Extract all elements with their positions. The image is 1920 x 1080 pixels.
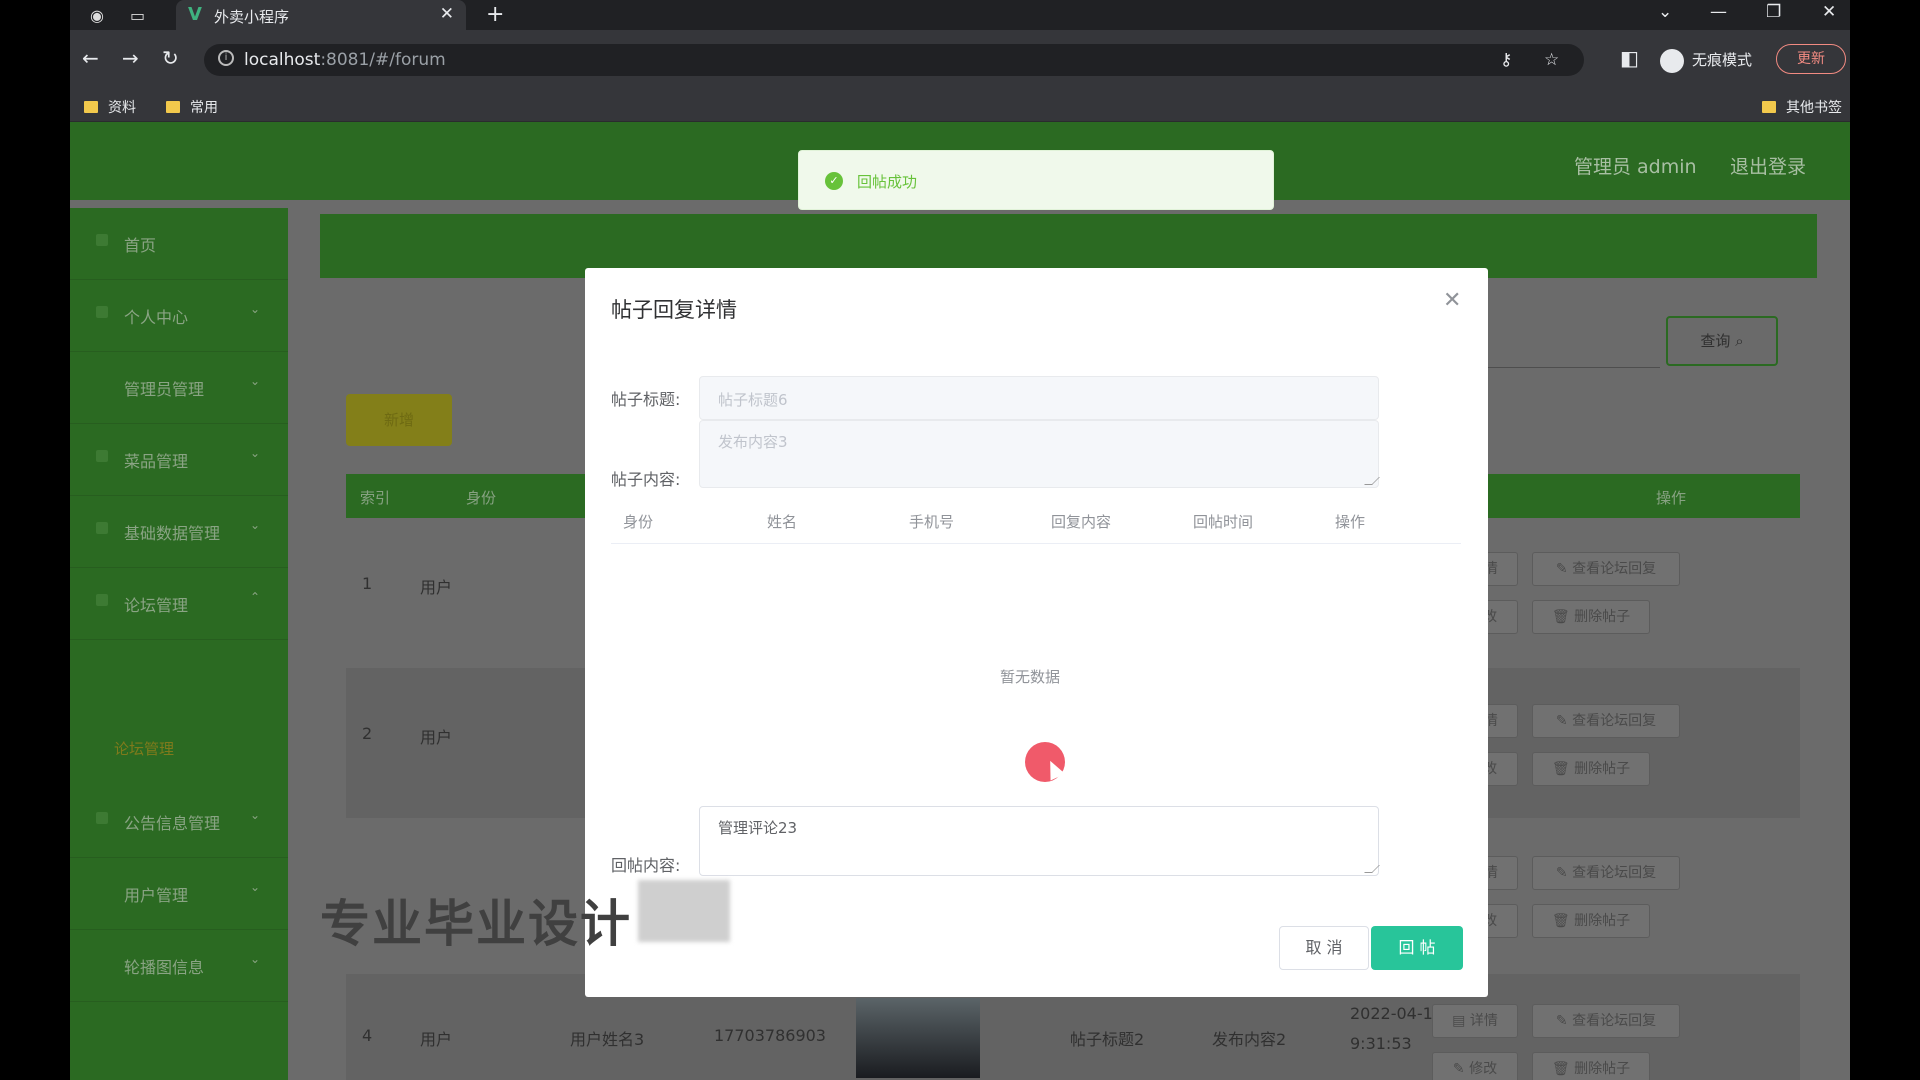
new-tab-icon[interactable]: + (486, 2, 504, 27)
minimize-icon[interactable]: — (1710, 2, 1727, 22)
address-bar[interactable]: i localhost:8081/#/forum ⚷ ☆ (204, 44, 1584, 76)
sidebar-item-profile[interactable]: 个人中心 ⌄ (70, 280, 288, 352)
close-icon[interactable]: ✕ (1443, 288, 1461, 313)
close-window-icon[interactable]: ✕ (1822, 2, 1836, 22)
bookmark-folder-2[interactable]: 常用 (166, 97, 218, 117)
browser-window: ◉ ▭ V 外卖小程序 ✕ + ⌄ — ❐ ✕ ← → ↻ i localhos… (70, 0, 1850, 1080)
user-icon (96, 306, 108, 318)
key-icon[interactable]: ⚷ (1500, 50, 1512, 70)
chevron-down-icon: ⌄ (250, 808, 261, 822)
sidepanel-icon[interactable]: ◧ (1620, 46, 1639, 70)
url-text: localhost:8081/#/forum (244, 50, 446, 70)
sidebar-item-dishes[interactable]: 菜品管理 ⌄ (70, 424, 288, 496)
submit-reply-button[interactable]: 回 帖 (1371, 926, 1463, 970)
sidebar-subitem-forum[interactable]: 论坛管理 (114, 738, 174, 759)
logout-link[interactable]: 退出登录 (1730, 152, 1806, 179)
update-button[interactable]: 更新 (1776, 44, 1846, 74)
delete-button[interactable]: 🗑 删除帖子 (1532, 904, 1650, 938)
title-label: 帖子标题: (611, 390, 681, 409)
sidebar-item-forum[interactable]: 论坛管理 ⌃ (70, 568, 288, 640)
data-icon (96, 522, 108, 534)
reply-label: 回帖内容: (611, 856, 681, 875)
cancel-button[interactable]: 取 消 (1279, 926, 1369, 970)
dialog-title: 帖子回复详情 (611, 298, 737, 322)
letterbox-left (0, 0, 70, 1080)
folder-icon (166, 101, 180, 113)
sidebar: 首页 个人中心 ⌄ 管理员管理 ⌄ 菜品管理 ⌄ 基础数据管理 ⌄ 论坛管理 ⌃ 论坛管理… (70, 208, 288, 1080)
view-replies-button[interactable]: ✎ 查看论坛回复 (1532, 856, 1680, 890)
watermark-text: 专业毕业设计 (320, 895, 632, 953)
chevron-up-icon: ⌃ (250, 590, 261, 604)
delete-button[interactable]: 🗑 删除帖子 (1532, 600, 1650, 634)
sidebar-item-basedata[interactable]: 基础数据管理 ⌄ (70, 496, 288, 568)
sidebar-item-notices[interactable]: 公告信息管理 ⌄ (70, 786, 288, 858)
chevron-down-icon: ⌄ (250, 880, 261, 894)
restore-icon[interactable]: ❐ (1766, 2, 1781, 22)
empty-state: 暂无数据 (1000, 668, 1061, 686)
tab-title: 外卖小程序 (214, 8, 290, 26)
incognito-profile[interactable]: 无痕模式 (1660, 44, 1752, 76)
view-replies-button[interactable]: ✎ 查看论坛回复 (1532, 704, 1680, 738)
post-content-textarea: 发布内容3 (699, 420, 1380, 488)
incognito-icon (1660, 48, 1684, 73)
search-icon: ⌕ (1735, 332, 1744, 350)
col-index: 索引 (360, 489, 391, 507)
watermark-blur (638, 880, 730, 942)
content-label: 帖子内容: (611, 470, 681, 489)
sidebar-item-admins[interactable]: 管理员管理 ⌄ (70, 352, 288, 424)
address-bar-row: ← → ↻ i localhost:8081/#/forum ⚷ ☆ ◧ 无痕模… (70, 30, 1850, 90)
info-icon[interactable]: i (218, 50, 234, 66)
chevron-down-icon: ⌄ (250, 446, 261, 460)
resize-handle (1364, 865, 1380, 873)
chevron-down-icon: ⌄ (250, 302, 261, 316)
dish-icon (96, 450, 108, 462)
add-button[interactable]: 新增 (346, 394, 452, 446)
other-bookmarks[interactable]: 其他书签 (1762, 97, 1842, 117)
star-icon[interactable]: ☆ (1544, 50, 1559, 70)
tab-active[interactable]: V 外卖小程序 ✕ (176, 0, 466, 30)
sidebar-item-carousel[interactable]: 轮播图信息 ⌄ (70, 930, 288, 1002)
delete-button[interactable]: 🗑 删除帖子 (1532, 752, 1650, 786)
success-toast: ✓ 回帖成功 (798, 150, 1274, 210)
home-icon (96, 234, 108, 246)
col-ops: 操作 (1656, 489, 1687, 507)
folder-icon (1762, 101, 1776, 113)
query-button[interactable]: 查询 ⌕ (1666, 316, 1778, 366)
back-icon[interactable]: ← (82, 46, 99, 70)
edit-button[interactable]: ✎ 修改 (1432, 1052, 1518, 1080)
delete-button[interactable]: 🗑 删除帖子 (1532, 1052, 1650, 1080)
reply-textarea[interactable]: 管理评论23 (699, 806, 1380, 876)
close-tab-icon[interactable]: ✕ (440, 4, 454, 24)
forum-icon (96, 594, 108, 606)
sidebar-item-users[interactable]: 用户管理 ⌄ (70, 858, 288, 930)
toast-message: 回帖成功 (857, 173, 918, 191)
post-thumbnail (856, 998, 980, 1078)
sidebar-item-home[interactable]: 首页 (70, 208, 288, 280)
chevron-down-icon[interactable]: ⌄ (1658, 2, 1672, 22)
browser-menu-icon[interactable]: ◉ (90, 6, 104, 25)
forward-icon[interactable]: → (122, 46, 139, 70)
chevron-down-icon: ⌄ (250, 518, 261, 532)
detail-button[interactable]: ▤ 详情 (1432, 1004, 1518, 1038)
post-title-input: 帖子标题6 (699, 376, 1379, 420)
chevron-down-icon: ⌄ (250, 952, 261, 966)
reload-icon[interactable]: ↻ (162, 46, 179, 70)
notice-icon (96, 812, 108, 824)
tab-strip: ◉ ▭ V 外卖小程序 ✕ + ⌄ — ❐ ✕ (70, 0, 1850, 30)
chevron-down-icon: ⌄ (250, 374, 261, 388)
admin-label: 管理员 admin (1574, 156, 1697, 178)
tab-search-icon[interactable]: ▭ (130, 6, 145, 25)
bookmarks-bar: 资料 常用 其他书签 (70, 90, 1850, 122)
col-identity: 身份 (466, 489, 497, 507)
vue-icon: V (188, 4, 202, 25)
check-circle-icon: ✓ (825, 172, 843, 190)
view-replies-button[interactable]: ✎ 查看论坛回复 (1532, 552, 1680, 586)
resize-handle (1364, 477, 1380, 485)
view-replies-button[interactable]: ✎ 查看论坛回复 (1532, 1004, 1680, 1038)
replies-table-header: 身份 姓名 手机号 回复内容 回帖时间 操作 (611, 500, 1461, 544)
letterbox-right (1850, 0, 1920, 1080)
folder-icon (84, 101, 98, 113)
bookmark-folder-1[interactable]: 资料 (84, 97, 136, 117)
